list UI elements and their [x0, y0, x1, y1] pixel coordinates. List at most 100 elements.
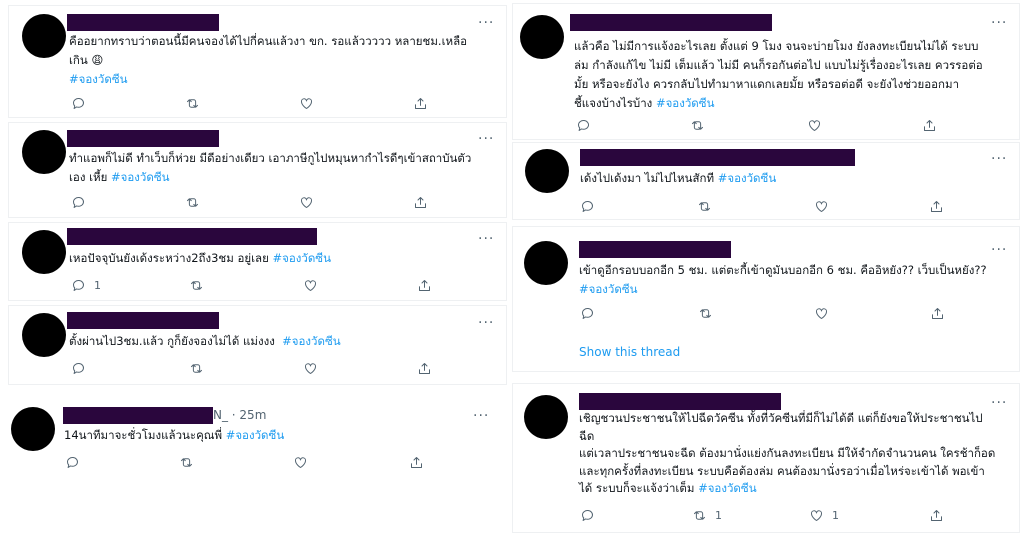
- share-button[interactable]: [929, 506, 944, 524]
- more-icon[interactable]: ···: [478, 16, 494, 30]
- redacted-username: [67, 312, 219, 329]
- like-button[interactable]: [293, 453, 308, 471]
- more-icon[interactable]: ···: [478, 316, 494, 330]
- reply-button[interactable]: [71, 193, 86, 211]
- hashtag-link[interactable]: #จองวัดซีน: [718, 171, 777, 185]
- more-icon[interactable]: ···: [991, 16, 1007, 30]
- avatar[interactable]: [524, 395, 568, 439]
- tweet-text: เข้าดูอีกรอบบอกอีก 5 ชม. แต่ตะกี้เข้าดูม…: [579, 261, 1019, 299]
- reply-icon: [67, 456, 78, 468]
- share-button[interactable]: [413, 94, 428, 112]
- share-button[interactable]: [413, 193, 428, 211]
- reply-button[interactable]: [580, 304, 595, 322]
- heart-icon: [301, 97, 312, 109]
- share-button[interactable]: [409, 453, 424, 471]
- like-button[interactable]: [814, 304, 829, 322]
- reply-count: 1: [94, 278, 101, 292]
- tweet-card[interactable]: ··· เชิญชวนประชาชนให้ไปฉีดวัคซีน ทั้งที่…: [512, 383, 1020, 533]
- like-button[interactable]: 1: [809, 506, 839, 524]
- tweet-actions: 1 1: [580, 506, 950, 524]
- tweet-card[interactable]: ··· แล้วคือ ไม่มีการแจ้งอะไรเลย ตั้งแต่ …: [512, 3, 1020, 140]
- redacted-username: [579, 241, 731, 258]
- like-button[interactable]: [814, 197, 829, 215]
- share-button[interactable]: [922, 116, 937, 134]
- heart-icon: [305, 279, 316, 291]
- like-button[interactable]: [303, 276, 318, 294]
- reply-button[interactable]: [580, 197, 595, 215]
- reply-button[interactable]: [580, 506, 595, 524]
- reply-icon: [73, 196, 84, 208]
- retweet-button[interactable]: [189, 276, 204, 294]
- retweet-button[interactable]: [698, 304, 713, 322]
- share-button[interactable]: [930, 304, 945, 322]
- avatar[interactable]: [11, 407, 55, 451]
- heart-icon: [301, 196, 312, 208]
- share-icon: [415, 196, 426, 208]
- share-button[interactable]: [417, 276, 432, 294]
- tweet-actions: [71, 359, 431, 377]
- more-icon[interactable]: ···: [991, 396, 1007, 410]
- avatar[interactable]: [22, 230, 66, 274]
- avatar[interactable]: [22, 313, 66, 357]
- reply-icon: [73, 97, 84, 109]
- avatar[interactable]: [524, 241, 568, 285]
- tweet-card[interactable]: N_ · 25m ··· 14นาทีมาจะชั่วโมงแล้วนะคุณพ…: [0, 396, 507, 480]
- share-button[interactable]: [417, 359, 432, 377]
- retweet-button[interactable]: [185, 94, 200, 112]
- hashtag-link[interactable]: #จองวัดซีน: [282, 334, 341, 348]
- more-icon[interactable]: ···: [478, 132, 494, 146]
- tweet-card[interactable]: ··· เข้าดูอีกรอบบอกอีก 5 ชม. แต่ตะกี้เข้…: [512, 226, 1020, 372]
- retweet-icon: [700, 308, 711, 318]
- hashtag-link[interactable]: #จองวัดซีน: [272, 251, 331, 265]
- more-icon[interactable]: ···: [478, 232, 494, 246]
- hashtag-link[interactable]: #จองวัดซีน: [69, 70, 499, 89]
- tweet-card[interactable]: ··· เด้งไปเด้งมา ไม่ไปไหนสักที #จองวัดซี…: [512, 142, 1020, 220]
- tweet-card[interactable]: ··· เหอปัจจุบันยังเด้งระหว่าง2ถึง3ชม อยู…: [8, 222, 507, 301]
- hashtag-link[interactable]: #จองวัดซีน: [226, 428, 285, 442]
- tweet-card[interactable]: ··· คืออยากทราบว่าตอนนี้มีคนจองได้ไปกี่ค…: [8, 5, 507, 118]
- tweet-card[interactable]: ··· ทำแอพก็ไม่ดี ทำเว็บก็ห่วย มีดีอย่างเ…: [8, 122, 507, 218]
- hashtag-link[interactable]: #จองวัดซีน: [698, 481, 757, 495]
- tweet-card[interactable]: ··· ตั้งผ่านไป3ชม.แล้ว กูก็ยังจองไม่ได้ …: [8, 305, 507, 385]
- redacted-username: [67, 228, 317, 245]
- more-icon[interactable]: ···: [473, 409, 489, 423]
- retweet-icon: [181, 457, 192, 467]
- show-thread-link[interactable]: Show this thread: [579, 345, 680, 359]
- avatar[interactable]: [22, 14, 66, 58]
- share-icon: [931, 200, 942, 212]
- share-button[interactable]: [929, 197, 944, 215]
- handle-and-time: N_ · 25m: [213, 408, 267, 422]
- hashtag-link[interactable]: #จองวัดซีน: [579, 280, 1019, 299]
- reply-button[interactable]: 1: [71, 276, 101, 294]
- retweet-icon: [187, 197, 198, 207]
- retweet-button[interactable]: [185, 193, 200, 211]
- reply-button[interactable]: [576, 116, 591, 134]
- tweet-actions: [576, 116, 946, 134]
- avatar[interactable]: [525, 149, 569, 193]
- more-icon[interactable]: ···: [991, 152, 1007, 166]
- like-button[interactable]: [299, 94, 314, 112]
- reply-icon: [73, 362, 84, 374]
- like-button[interactable]: [299, 193, 314, 211]
- more-icon[interactable]: ···: [991, 243, 1007, 257]
- retweet-button[interactable]: [690, 116, 705, 134]
- retweet-button[interactable]: [179, 453, 194, 471]
- tweet-actions: 1: [71, 276, 431, 294]
- retweet-button[interactable]: [697, 197, 712, 215]
- hashtag-link[interactable]: #จองวัดซีน: [656, 96, 715, 110]
- heart-icon: [295, 456, 306, 468]
- share-icon: [419, 362, 430, 374]
- reply-icon: [578, 119, 589, 131]
- retweet-button[interactable]: [189, 359, 204, 377]
- reply-button[interactable]: [65, 453, 80, 471]
- retweet-button[interactable]: 1: [692, 506, 722, 524]
- like-button[interactable]: [807, 116, 822, 134]
- avatar[interactable]: [22, 130, 66, 174]
- tweet-text: เชิญชวนประชาชนให้ไปฉีดวัคซีน ทั้งที่วัคซ…: [579, 411, 996, 495]
- reply-button[interactable]: [71, 94, 86, 112]
- hashtag-link[interactable]: #จองวัดซีน: [111, 170, 170, 184]
- reply-button[interactable]: [71, 359, 86, 377]
- retweet-icon: [694, 510, 705, 520]
- avatar[interactable]: [520, 15, 564, 59]
- like-button[interactable]: [303, 359, 318, 377]
